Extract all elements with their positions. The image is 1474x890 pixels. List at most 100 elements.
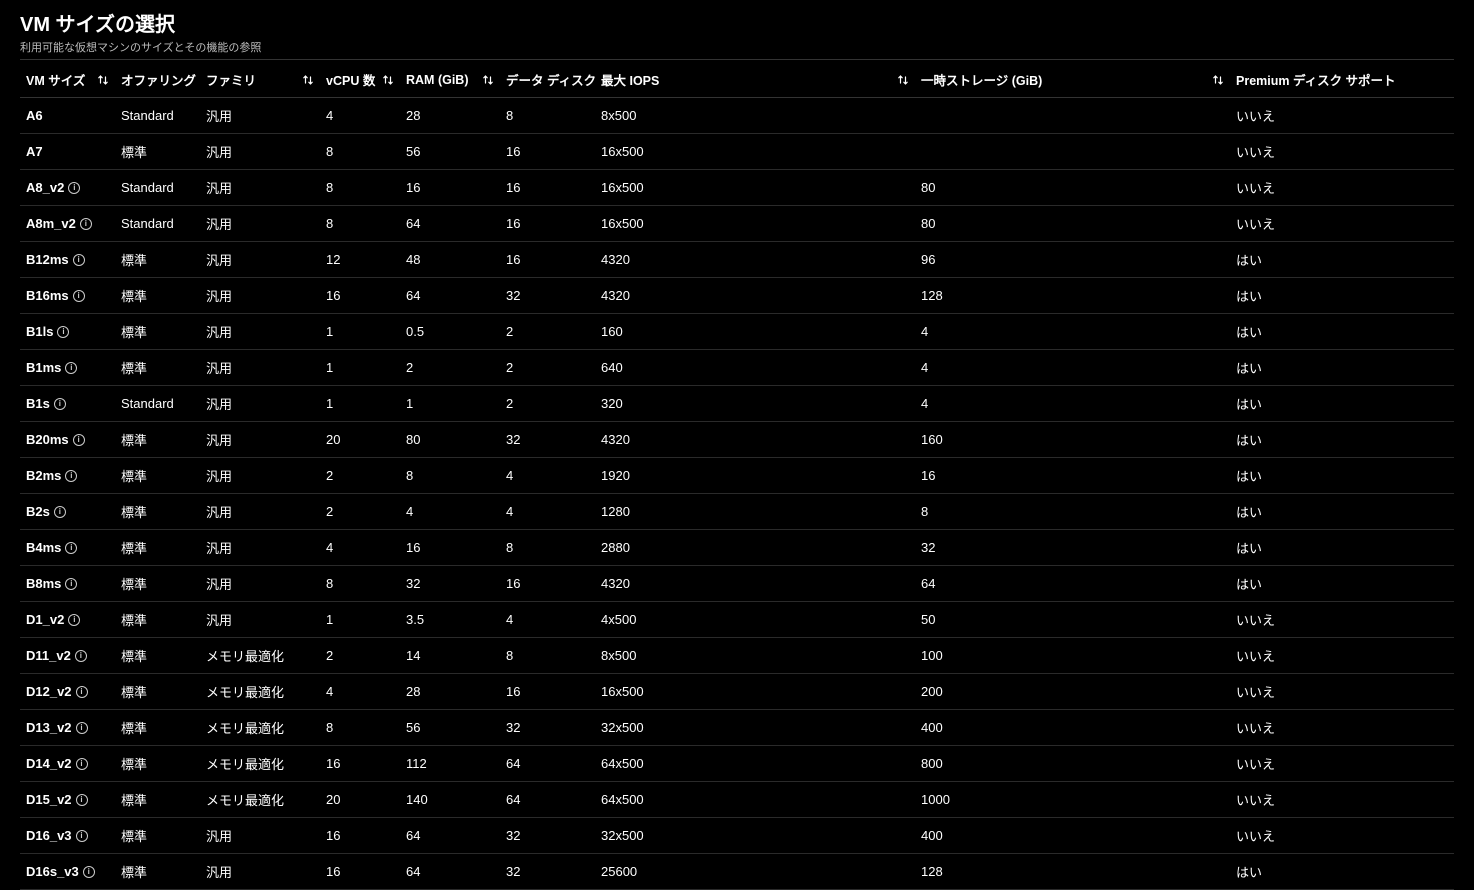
cell-vcpu: 8 xyxy=(320,710,400,746)
cell-offering: 標準 xyxy=(115,494,200,530)
info-icon[interactable]: i xyxy=(75,650,87,662)
cell-premium: いいえ xyxy=(1230,170,1454,206)
cell-offering: 標準 xyxy=(115,242,200,278)
table-row[interactable]: D15_v2i標準メモリ最適化201406464x5001000いいえ xyxy=(20,782,1454,818)
table-row[interactable]: A6Standard汎用42888x500いいえ xyxy=(20,98,1454,134)
info-icon[interactable]: i xyxy=(57,326,69,338)
cell-family: メモリ最適化 xyxy=(200,782,320,818)
cell-vmsize: B1si xyxy=(20,386,115,422)
cell-family: 汎用 xyxy=(200,458,320,494)
table-row[interactable]: B2si標準汎用24412808はい xyxy=(20,494,1454,530)
info-icon[interactable]: i xyxy=(68,182,80,194)
table-row[interactable]: B4msi標準汎用4168288032はい xyxy=(20,530,1454,566)
table-row[interactable]: B16msi標準汎用1664324320128はい xyxy=(20,278,1454,314)
info-icon[interactable]: i xyxy=(76,794,88,806)
cell-family: メモリ最適化 xyxy=(200,710,320,746)
table-row[interactable]: B8msi標準汎用83216432064はい xyxy=(20,566,1454,602)
cell-iops: 4320 xyxy=(595,422,915,458)
cell-iops: 16x500 xyxy=(595,674,915,710)
cell-family: 汎用 xyxy=(200,98,320,134)
info-icon[interactable]: i xyxy=(65,542,77,554)
info-icon[interactable]: i xyxy=(68,614,80,626)
cell-disk: 2 xyxy=(500,314,595,350)
column-header-vcpu[interactable]: vCPU 数 xyxy=(320,62,400,98)
sort-icon[interactable] xyxy=(1212,74,1224,86)
table-row[interactable]: D12_v2i標準メモリ最適化4281616x500200いいえ xyxy=(20,674,1454,710)
table-row[interactable]: A8_v2iStandard汎用8161616x50080いいえ xyxy=(20,170,1454,206)
cell-disk: 4 xyxy=(500,602,595,638)
cell-temp: 80 xyxy=(915,170,1230,206)
cell-temp: 16 xyxy=(915,458,1230,494)
cell-disk: 8 xyxy=(500,530,595,566)
table-row[interactable]: B12msi標準汎用124816432096はい xyxy=(20,242,1454,278)
table-row[interactable]: B20msi標準汎用2080324320160はい xyxy=(20,422,1454,458)
sort-icon[interactable] xyxy=(97,74,109,86)
info-icon[interactable]: i xyxy=(73,254,85,266)
cell-ram: 8 xyxy=(400,458,500,494)
cell-offering: 標準 xyxy=(115,422,200,458)
column-header-family[interactable]: ファミリ xyxy=(200,62,320,98)
cell-disk: 32 xyxy=(500,422,595,458)
table-row[interactable]: D16s_v3i標準汎用16643225600128はい xyxy=(20,854,1454,890)
info-icon[interactable]: i xyxy=(73,290,85,302)
table-row[interactable]: B1siStandard汎用1123204はい xyxy=(20,386,1454,422)
table-row[interactable]: B1lsi標準汎用10.521604はい xyxy=(20,314,1454,350)
info-icon[interactable]: i xyxy=(76,830,88,842)
cell-vcpu: 4 xyxy=(320,530,400,566)
cell-vcpu: 8 xyxy=(320,134,400,170)
cell-iops: 1920 xyxy=(595,458,915,494)
vm-name: D16s_v3 xyxy=(26,864,79,879)
sort-icon[interactable] xyxy=(382,74,394,86)
sort-icon[interactable] xyxy=(302,74,314,86)
cell-iops: 1280 xyxy=(595,494,915,530)
info-icon[interactable]: i xyxy=(80,218,92,230)
table-row[interactable]: D11_v2i標準メモリ最適化21488x500100いいえ xyxy=(20,638,1454,674)
cell-offering: 標準 xyxy=(115,350,200,386)
info-icon[interactable]: i xyxy=(65,470,77,482)
table-row[interactable]: A8m_v2iStandard汎用8641616x50080いいえ xyxy=(20,206,1454,242)
table-row[interactable]: D13_v2i標準メモリ最適化8563232x500400いいえ xyxy=(20,710,1454,746)
column-header-vmsize[interactable]: VM サイズ xyxy=(20,62,115,98)
table-row[interactable]: D16_v3i標準汎用16643232x500400いいえ xyxy=(20,818,1454,854)
sort-icon[interactable] xyxy=(897,74,909,86)
vm-name: B4ms xyxy=(26,540,61,555)
vm-name: B16ms xyxy=(26,288,69,303)
cell-ram: 28 xyxy=(400,674,500,710)
cell-disk: 32 xyxy=(500,710,595,746)
table-row[interactable]: D14_v2i標準メモリ最適化161126464x500800いいえ xyxy=(20,746,1454,782)
cell-vmsize: D15_v2 i xyxy=(20,782,115,818)
info-icon[interactable]: i xyxy=(73,434,85,446)
sort-icon[interactable] xyxy=(482,74,494,86)
info-icon[interactable]: i xyxy=(54,398,66,410)
info-icon[interactable]: i xyxy=(76,722,88,734)
vm-name: A8m_v2 xyxy=(26,216,76,231)
table-row[interactable]: D1_v2i標準汎用13.544x50050いいえ xyxy=(20,602,1454,638)
info-icon[interactable]: i xyxy=(65,362,77,374)
cell-vmsize: D11_v2i xyxy=(20,638,115,674)
table-row[interactable]: A7標準汎用8561616x500いいえ xyxy=(20,134,1454,170)
info-icon[interactable]: i xyxy=(54,506,66,518)
cell-ram: 16 xyxy=(400,170,500,206)
column-header-iops[interactable]: 最大 IOPS xyxy=(595,62,915,98)
vm-name: D15_v2 xyxy=(26,792,72,807)
cell-vmsize: D14_v2i xyxy=(20,746,115,782)
cell-disk: 64 xyxy=(500,782,595,818)
column-header-offering[interactable]: オファリング xyxy=(115,62,200,98)
cell-vmsize: B1lsi xyxy=(20,314,115,350)
info-icon[interactable]: i xyxy=(76,758,88,770)
cell-iops: 64x500 xyxy=(595,782,915,818)
cell-offering: Standard xyxy=(115,386,200,422)
cell-disk: 4 xyxy=(500,458,595,494)
cell-premium: いいえ xyxy=(1230,638,1454,674)
vm-name: D13_v2 xyxy=(26,720,72,735)
table-row[interactable]: B1msi標準汎用1226404はい xyxy=(20,350,1454,386)
table-row[interactable]: B2msi標準汎用284192016はい xyxy=(20,458,1454,494)
column-header-temp[interactable]: 一時ストレージ (GiB) xyxy=(915,62,1230,98)
cell-iops: 2880 xyxy=(595,530,915,566)
info-icon[interactable]: i xyxy=(76,686,88,698)
info-icon[interactable]: i xyxy=(65,578,77,590)
column-header-ram[interactable]: RAM (GiB) xyxy=(400,62,500,98)
cell-offering: 標準 xyxy=(115,710,200,746)
info-icon[interactable]: i xyxy=(83,866,95,878)
column-header-disk[interactable]: データ ディスク xyxy=(500,62,595,98)
